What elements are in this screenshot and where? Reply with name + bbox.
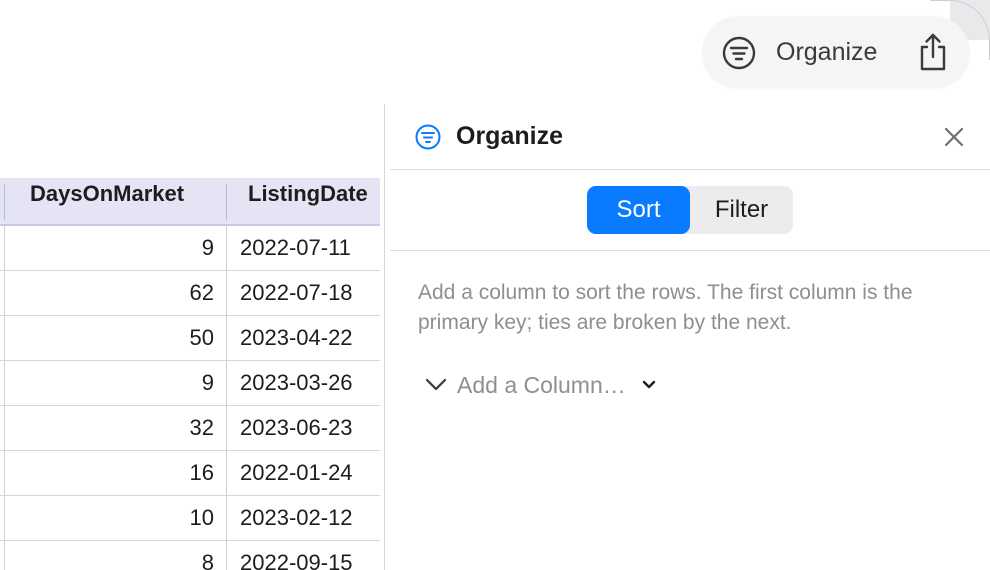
filter-lines-icon[interactable] <box>722 36 756 70</box>
table-row[interactable]: 32 2023-06-23 <box>0 406 380 451</box>
cell-listingdate[interactable]: 2022-09-15 <box>240 541 353 570</box>
sort-filter-segmented-control: Sort Filter <box>587 186 793 234</box>
cell-daysonmarket[interactable]: 50 <box>0 316 214 360</box>
divider <box>390 169 990 170</box>
column-header-daysonmarket[interactable]: DaysOnMarket <box>30 178 220 224</box>
table-header: DaysOnMarket ListingDate <box>0 178 380 226</box>
column-divider[interactable] <box>226 184 227 220</box>
cell-listingdate[interactable]: 2023-04-22 <box>240 316 353 360</box>
cell-listingdate[interactable]: 2023-02-12 <box>240 496 353 540</box>
toolbar: Organize <box>702 16 970 88</box>
cell-divider <box>226 226 227 270</box>
cell-daysonmarket[interactable]: 10 <box>0 496 214 540</box>
column-divider[interactable] <box>4 184 5 220</box>
table-row[interactable]: 50 2023-04-22 <box>0 316 380 361</box>
cell-daysonmarket[interactable]: 62 <box>0 271 214 315</box>
table-row[interactable]: 10 2023-02-12 <box>0 496 380 541</box>
chevron-down-icon <box>425 378 447 391</box>
tab-sort[interactable]: Sort <box>587 186 690 234</box>
cell-divider <box>226 541 227 570</box>
table-row[interactable]: 16 2022-01-24 <box>0 451 380 496</box>
tab-filter[interactable]: Filter <box>690 186 793 234</box>
cell-daysonmarket[interactable]: 32 <box>0 406 214 450</box>
organize-panel: Organize Sort Filter Add a column to sor… <box>385 104 990 570</box>
cell-daysonmarket[interactable]: 8 <box>0 541 214 570</box>
cell-divider <box>226 451 227 495</box>
sort-description: Add a column to sort the rows. The first… <box>418 281 913 334</box>
data-table: DaysOnMarket ListingDate 9 2022-07-11 62… <box>0 178 380 570</box>
divider <box>390 250 990 251</box>
share-icon[interactable] <box>916 32 950 72</box>
add-column-label: Add a Column… <box>457 371 626 398</box>
add-column-dropdown[interactable]: Add a Column… <box>425 370 656 400</box>
cell-divider <box>226 271 227 315</box>
toolbar-organize-button[interactable]: Organize <box>776 38 877 67</box>
column-header-listingdate[interactable]: ListingDate <box>248 178 380 224</box>
cell-listingdate[interactable]: 2023-06-23 <box>240 406 353 450</box>
cell-divider <box>226 496 227 540</box>
cell-listingdate[interactable]: 2022-07-11 <box>240 226 351 270</box>
table-row[interactable]: 62 2022-07-18 <box>0 271 380 316</box>
cell-listingdate[interactable]: 2022-07-18 <box>240 271 353 315</box>
cell-divider <box>226 361 227 405</box>
table-row[interactable]: 9 2023-03-26 <box>0 361 380 406</box>
table-row[interactable]: 9 2022-07-11 <box>0 226 380 271</box>
cell-listingdate[interactable]: 2022-01-24 <box>240 451 353 495</box>
filter-lines-icon <box>415 124 441 150</box>
panel-title: Organize <box>456 122 563 150</box>
table-row[interactable]: 8 2022-09-15 <box>0 541 380 570</box>
cell-divider <box>226 316 227 360</box>
cell-listingdate[interactable]: 2023-03-26 <box>240 361 353 405</box>
cell-daysonmarket[interactable]: 9 <box>0 361 214 405</box>
table-body: 9 2022-07-11 62 2022-07-18 50 2023-04-22… <box>0 226 380 570</box>
cell-daysonmarket[interactable]: 16 <box>0 451 214 495</box>
cell-daysonmarket[interactable]: 9 <box>0 226 214 270</box>
chevron-down-icon <box>642 380 655 389</box>
cell-divider <box>226 406 227 450</box>
close-icon[interactable] <box>943 126 965 148</box>
